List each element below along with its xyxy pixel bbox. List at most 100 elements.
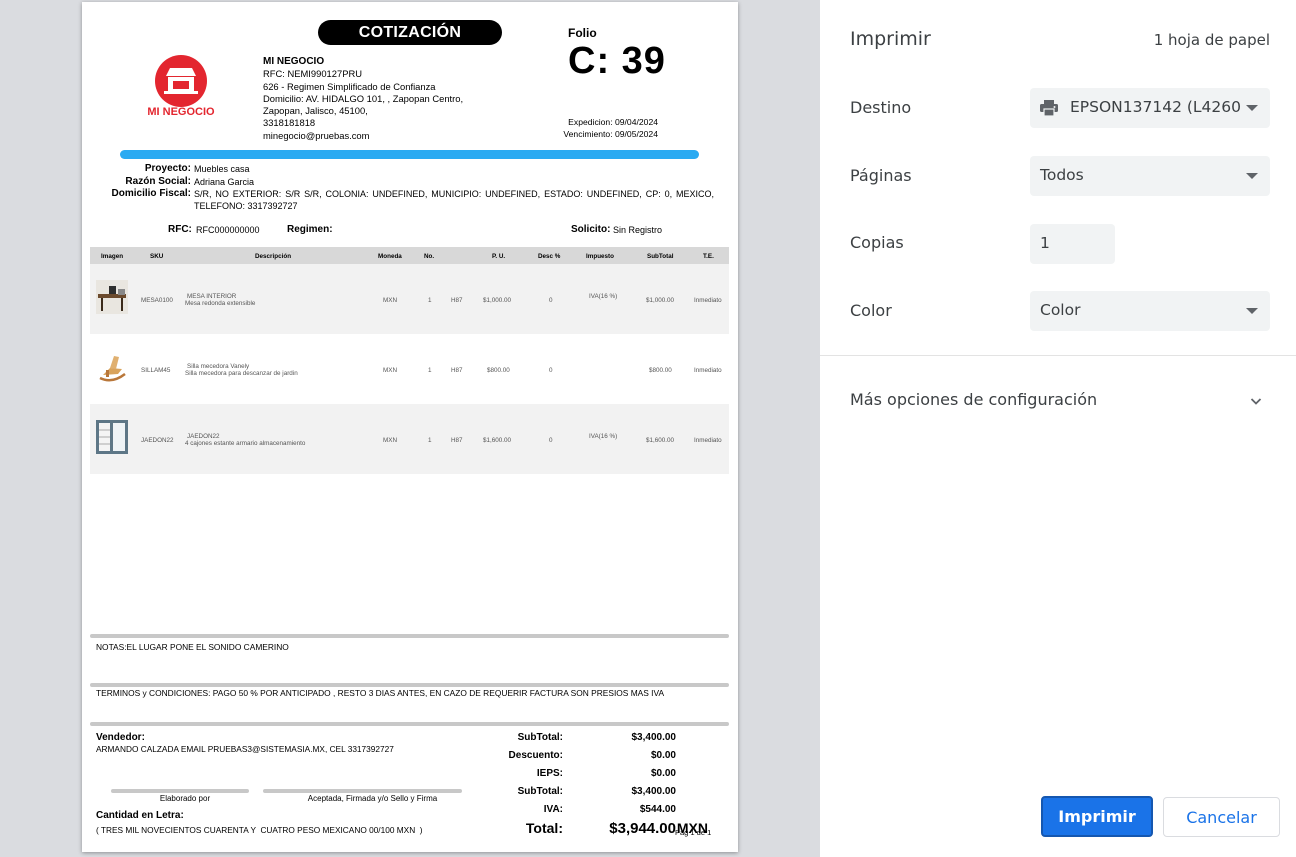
company-regime: 626 - Regimen Simplificado de Confianza (263, 80, 436, 92)
item-quantity: 1 (428, 367, 432, 374)
destination-label: Destino (850, 98, 912, 117)
fiscal-address-row: Domicilio Fiscal: S/R, NO EXTERIOR: S/R … (82, 188, 714, 212)
destination-value: EPSON137142 (L4260 (1070, 98, 1241, 116)
company-address-2: Zapopan, Jalisco, 45100, (263, 105, 368, 117)
item-name: MESA INTERIOR (187, 293, 237, 300)
pages-select[interactable]: Todos (1030, 156, 1270, 196)
item-unit-price: $1,000.00 (483, 297, 512, 304)
item-name: JAEDON22 (187, 433, 220, 440)
totals-value: $0.00 (650, 768, 676, 779)
chevron-down-icon (1246, 173, 1258, 179)
item-currency: MXN (383, 367, 397, 374)
more-settings-toggle[interactable]: Más opciones de configuración (850, 390, 1097, 409)
pages-label: Páginas (850, 166, 912, 185)
destination-select[interactable]: EPSON137142 (L4260 (1030, 88, 1270, 128)
project-label: Proyecto: (144, 163, 191, 174)
table-row: SILLAM45 Silla mecedora Vanely Silla mec… (90, 334, 729, 404)
item-description: Mesa redonda extensible (185, 300, 256, 307)
col-tax: Impuesto (586, 253, 614, 260)
company-name: MI NEGOCIO (263, 56, 325, 67)
print-button[interactable]: Imprimir (1041, 796, 1153, 837)
document-dates: Expedicion: 09/04/2024 Vencimiento: 09/0… (522, 116, 658, 140)
item-unit: H87 (451, 297, 463, 304)
item-discount: 0 (549, 297, 553, 304)
col-image: Imagen (101, 253, 124, 260)
product-image-table (96, 280, 128, 314)
project-value: Muebles casa (194, 164, 250, 174)
print-settings-panel: Imprimir 1 hoja de papel Destino EPSON13… (820, 0, 1296, 857)
cancel-button[interactable]: Cancelar (1163, 797, 1280, 837)
print-preview-area: COTIZACIÓN MI NEGOCIO MI NEGOCIO RFC: NE… (0, 0, 820, 857)
item-tax: IVA(16 %) (589, 433, 618, 440)
document-page: COTIZACIÓN MI NEGOCIO MI NEGOCIO RFC: NE… (82, 2, 738, 852)
vendor-info: ARMANDO CALZADA EMAIL PRUEBAS3@SISTEMASI… (96, 744, 394, 754)
item-currency: MXN (383, 437, 397, 444)
grand-total-value: $3,944.00 (609, 820, 676, 837)
business-name-label: Razón Social: (125, 176, 191, 187)
color-label: Color (850, 301, 892, 320)
item-quantity: 1 (428, 437, 432, 444)
item-unit: H87 (451, 367, 463, 374)
totals-label: Descuento: (508, 750, 563, 761)
printer-icon (1039, 99, 1059, 117)
chevron-down-icon[interactable] (1250, 392, 1262, 405)
company-email: minegocio@pruebas.com (263, 129, 370, 141)
expedition-date: Expedicion: 09/04/2024 (568, 117, 658, 127)
items-table-header: Imagen SKU Descripción Moneda No. P. U. … (90, 247, 729, 264)
amount-letter-value: ( TRES MIL NOVECIENTOS CUARENTA Y CUATRO… (96, 825, 423, 835)
item-unit-price: $1,600.00 (483, 437, 512, 444)
totals-value: $544.00 (639, 804, 676, 815)
client-regime-label: Regimen: (287, 224, 333, 235)
requested-label: Solicito: (571, 224, 611, 235)
business-name-row: Razón Social: Adriana Garcia (82, 176, 714, 188)
notes-divider (90, 634, 729, 638)
company-rfc: RFC: NEMI990127PRU (263, 68, 362, 80)
footer-divider (90, 722, 729, 726)
fiscal-address-value: S/R, NO EXTERIOR: S/R S/R, COLONIA: UNDE… (194, 189, 714, 211)
item-delivery: Inmediato (694, 437, 722, 444)
col-subtotal: SubTotal (647, 253, 674, 260)
fiscal-address-label: Domicilio Fiscal: (111, 188, 191, 199)
notes-text: NOTAS:EL LUGAR PONE EL SONIDO CAMERINO (96, 642, 289, 652)
signature-line-accepted (263, 789, 462, 793)
col-unit-price: P. U. (492, 253, 506, 260)
col-description: Descripción (255, 253, 292, 260)
company-phone: 3318181818 (263, 117, 316, 129)
copies-label: Copias (850, 233, 904, 252)
logo-text: MI NEGOCIO (147, 106, 215, 118)
project-row: Proyecto: Muebles casa (82, 163, 714, 175)
company-info: MI NEGOCIO RFC: NEMI990127PRU 626 - Regi… (263, 56, 463, 142)
sheet-count: 1 hoja de papel (1153, 31, 1270, 49)
copies-input[interactable]: 1 (1030, 224, 1115, 264)
product-image-rocking-chair (96, 350, 128, 384)
client-rfc-label: RFC: (168, 224, 192, 235)
item-name: Silla mecedora Vanely (187, 363, 250, 370)
item-currency: MXN (383, 297, 397, 304)
grand-total-label: Total: (525, 820, 563, 836)
totals-value: $0.00 (650, 750, 676, 761)
signature-line-made (111, 789, 249, 793)
col-quantity: No. (424, 253, 435, 260)
terms-divider (90, 683, 729, 687)
totals-label: SubTotal: (517, 732, 563, 743)
product-image-drawer-cabinet (96, 420, 128, 454)
item-delivery: Inmediato (694, 297, 722, 304)
item-quantity: 1 (428, 297, 432, 304)
chevron-down-icon (1246, 105, 1258, 111)
requested-value: Sin Registro (613, 225, 663, 235)
signature-accepted-caption: Aceptada, Firmada y/o Sello y Firma (307, 794, 438, 803)
color-select[interactable]: Color (1030, 291, 1270, 331)
col-currency: Moneda (378, 253, 402, 260)
item-subtotal: $800.00 (649, 367, 672, 374)
table-row: MESA0100 MESA INTERIOR Mesa redonda exte… (90, 264, 729, 334)
totals-label: SubTotal: (517, 786, 563, 797)
signature-made-caption: Elaborado por (159, 794, 211, 803)
folio-number: C: 39 (568, 40, 666, 82)
chevron-down-icon (1246, 308, 1258, 314)
totals-value: $3,400.00 (631, 786, 677, 797)
item-sku: SILLAM45 (141, 367, 171, 374)
page-number: Pag 1 de 1 (675, 828, 712, 837)
item-subtotal: $1,000.00 (646, 297, 675, 304)
expiration-date: Vencimiento: 09/05/2024 (563, 129, 658, 139)
col-delivery: T.E. (703, 253, 714, 260)
